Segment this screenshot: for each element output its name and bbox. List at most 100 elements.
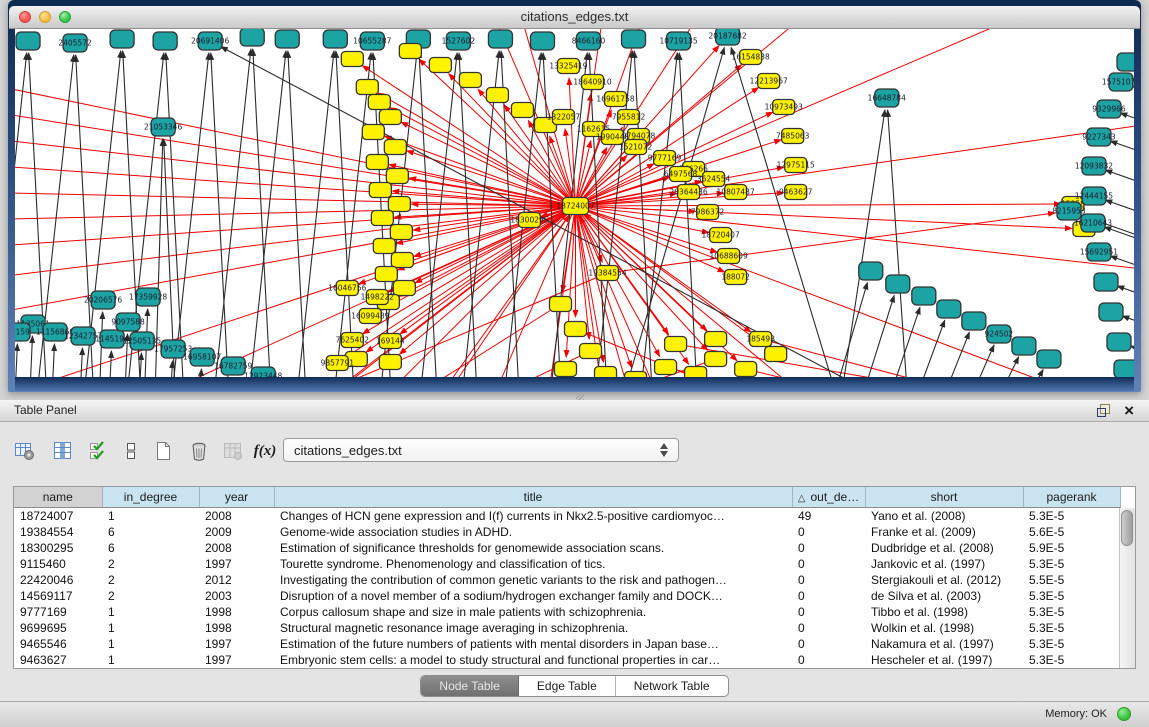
graph-node-teal[interactable] (1107, 333, 1131, 351)
table-cell: 2008 (199, 540, 274, 556)
close-panel-icon[interactable]: × (1124, 400, 1134, 421)
graph-node-yellow[interactable] (369, 183, 391, 198)
graph-node-teal[interactable] (323, 30, 347, 48)
graph-node-yellow[interactable] (705, 332, 727, 347)
graph-node-yellow[interactable] (549, 297, 571, 312)
graph-node-yellow[interactable] (705, 352, 727, 367)
graph-node-yellow[interactable] (390, 225, 412, 240)
graph-node-teal[interactable] (1094, 273, 1118, 291)
graph-node-yellow[interactable] (580, 344, 602, 359)
graph-node-label: 39159 (15, 328, 30, 337)
table-settings-icon[interactable] (12, 436, 38, 466)
graph-node-teal[interactable] (1114, 360, 1134, 377)
graph-node-yellow[interactable] (486, 88, 508, 103)
graph-node-yellow[interactable] (362, 125, 384, 140)
graph-node-yellow[interactable] (356, 80, 378, 95)
column-header-title[interactable]: title (274, 487, 792, 508)
graph-node-label: 6497568 (664, 170, 698, 179)
graph-node-teal[interactable] (1037, 350, 1061, 368)
column-header-name[interactable]: name (14, 487, 102, 508)
graph-node-teal[interactable] (962, 312, 986, 330)
graph-node-yellow[interactable] (685, 367, 707, 378)
table-cell: 1 (102, 508, 199, 525)
column-header-pagerank[interactable]: pagerank (1023, 487, 1120, 508)
column-header-in_degree[interactable]: in_degree (102, 487, 199, 508)
table-row[interactable]: 2242004622012Investigating the contribut… (14, 572, 1120, 588)
graph-node-teal[interactable] (859, 262, 883, 280)
table-source-select[interactable]: citations_edges.txt (283, 438, 679, 462)
table-row[interactable]: 977716911998Corpus callosum shape and si… (14, 604, 1120, 620)
table-cell: 5.3E-5 (1023, 588, 1120, 604)
graph-node-teal[interactable] (153, 32, 177, 50)
graph-node-yellow[interactable] (366, 155, 388, 170)
column-header-short[interactable]: short (865, 487, 1023, 508)
graph-node-teal[interactable] (110, 30, 134, 48)
table-cell: 5.9E-5 (1023, 540, 1120, 556)
graph-node-yellow[interactable] (393, 281, 415, 296)
new-table-icon[interactable] (150, 436, 176, 466)
column-header-year[interactable]: year (199, 487, 274, 508)
graph-node-teal[interactable] (886, 275, 910, 293)
graph-node-yellow[interactable] (384, 140, 406, 155)
graph-node-yellow[interactable] (665, 337, 687, 352)
table-row[interactable]: 946554611997Estimation of the future num… (14, 636, 1120, 652)
row-height-icon[interactable] (118, 436, 144, 466)
tab-node-table[interactable]: Node Table (421, 676, 519, 696)
graph-node-label: 10807487 (717, 188, 755, 197)
graph-node-teal[interactable] (937, 300, 961, 318)
graph-node-yellow[interactable] (564, 322, 586, 337)
graph-node-yellow[interactable] (373, 239, 395, 254)
import-table-disabled-icon (220, 436, 246, 466)
graph-node-teal[interactable] (240, 29, 264, 46)
graph-node-yellow[interactable] (511, 103, 533, 118)
window-titlebar[interactable]: citations_edges.txt (9, 6, 1140, 29)
graph-node-yellow[interactable] (368, 95, 390, 110)
delete-table-icon[interactable] (186, 436, 212, 466)
graph-node-teal[interactable] (622, 30, 646, 48)
table-row[interactable]: 1938455462009Genome-wide association stu… (14, 524, 1120, 540)
graph-node-yellow[interactable] (386, 169, 408, 184)
graph-node-yellow[interactable] (399, 44, 421, 59)
table-scrollbar[interactable] (1119, 508, 1135, 668)
graph-node-teal[interactable] (275, 30, 299, 48)
graph-node-yellow[interactable] (595, 367, 617, 378)
tab-edge-table[interactable]: Edge Table (519, 676, 616, 696)
function-builder-icon[interactable]: f(x) (252, 436, 278, 466)
citation-network-graph[interactable]: 2405572206914061065528715276028466160107… (15, 29, 1134, 377)
table-row[interactable]: 1830029562008Estimation of significance … (14, 540, 1120, 556)
graph-node-teal[interactable] (488, 30, 512, 48)
graph-node-teal[interactable] (16, 32, 40, 50)
graph-node-teal[interactable] (1012, 337, 1036, 355)
graph-node-teal[interactable] (530, 32, 554, 50)
table-cell: Changes of HCN gene expression and I(f) … (274, 508, 792, 525)
table-row[interactable]: 946362711997Embryonic stem cells: a mode… (14, 652, 1120, 668)
graph-node-yellow[interactable] (429, 58, 451, 73)
graph-node-teal[interactable] (1117, 53, 1134, 71)
graph-node-yellow[interactable] (379, 355, 401, 370)
table-scrollbar-thumb[interactable] (1121, 510, 1133, 546)
float-panel-icon[interactable] (1097, 404, 1109, 416)
graph-node-yellow[interactable] (391, 253, 413, 268)
graph-node-yellow[interactable] (655, 360, 677, 375)
table-row[interactable]: 1456911722003Disruption of a novel membe… (14, 588, 1120, 604)
tab-network-table[interactable]: Network Table (616, 676, 728, 696)
column-header-out_de[interactable]: △out_de… (792, 487, 865, 508)
graph-node-yellow[interactable] (388, 197, 410, 212)
graph-node-yellow[interactable] (459, 73, 481, 88)
graph-node-yellow[interactable] (375, 267, 397, 282)
graph-node-yellow[interactable] (379, 110, 401, 125)
graph-node-yellow[interactable] (735, 362, 757, 377)
graph-node-yellow[interactable] (341, 52, 363, 67)
graph-node-teal[interactable] (912, 287, 936, 305)
column-chooser-icon[interactable] (50, 436, 76, 466)
select-columns-icon[interactable] (86, 436, 112, 466)
graph-node-yellow[interactable] (371, 211, 393, 226)
graph-node-yellow[interactable] (554, 362, 576, 377)
table-row[interactable]: 969969511998Structural magnetic resonanc… (14, 620, 1120, 636)
network-canvas[interactable]: 2405572206914061065528715276028466160107… (15, 29, 1134, 377)
table-row[interactable]: 911546021997Tourette syndrome. Phenomeno… (14, 556, 1120, 572)
graph-node-teal[interactable] (1099, 303, 1123, 321)
graph-node-label: 18300295 (510, 216, 548, 225)
graph-node-yellow[interactable] (765, 347, 787, 362)
table-row[interactable]: 1872400712008Changes of HCN gene express… (14, 508, 1120, 525)
